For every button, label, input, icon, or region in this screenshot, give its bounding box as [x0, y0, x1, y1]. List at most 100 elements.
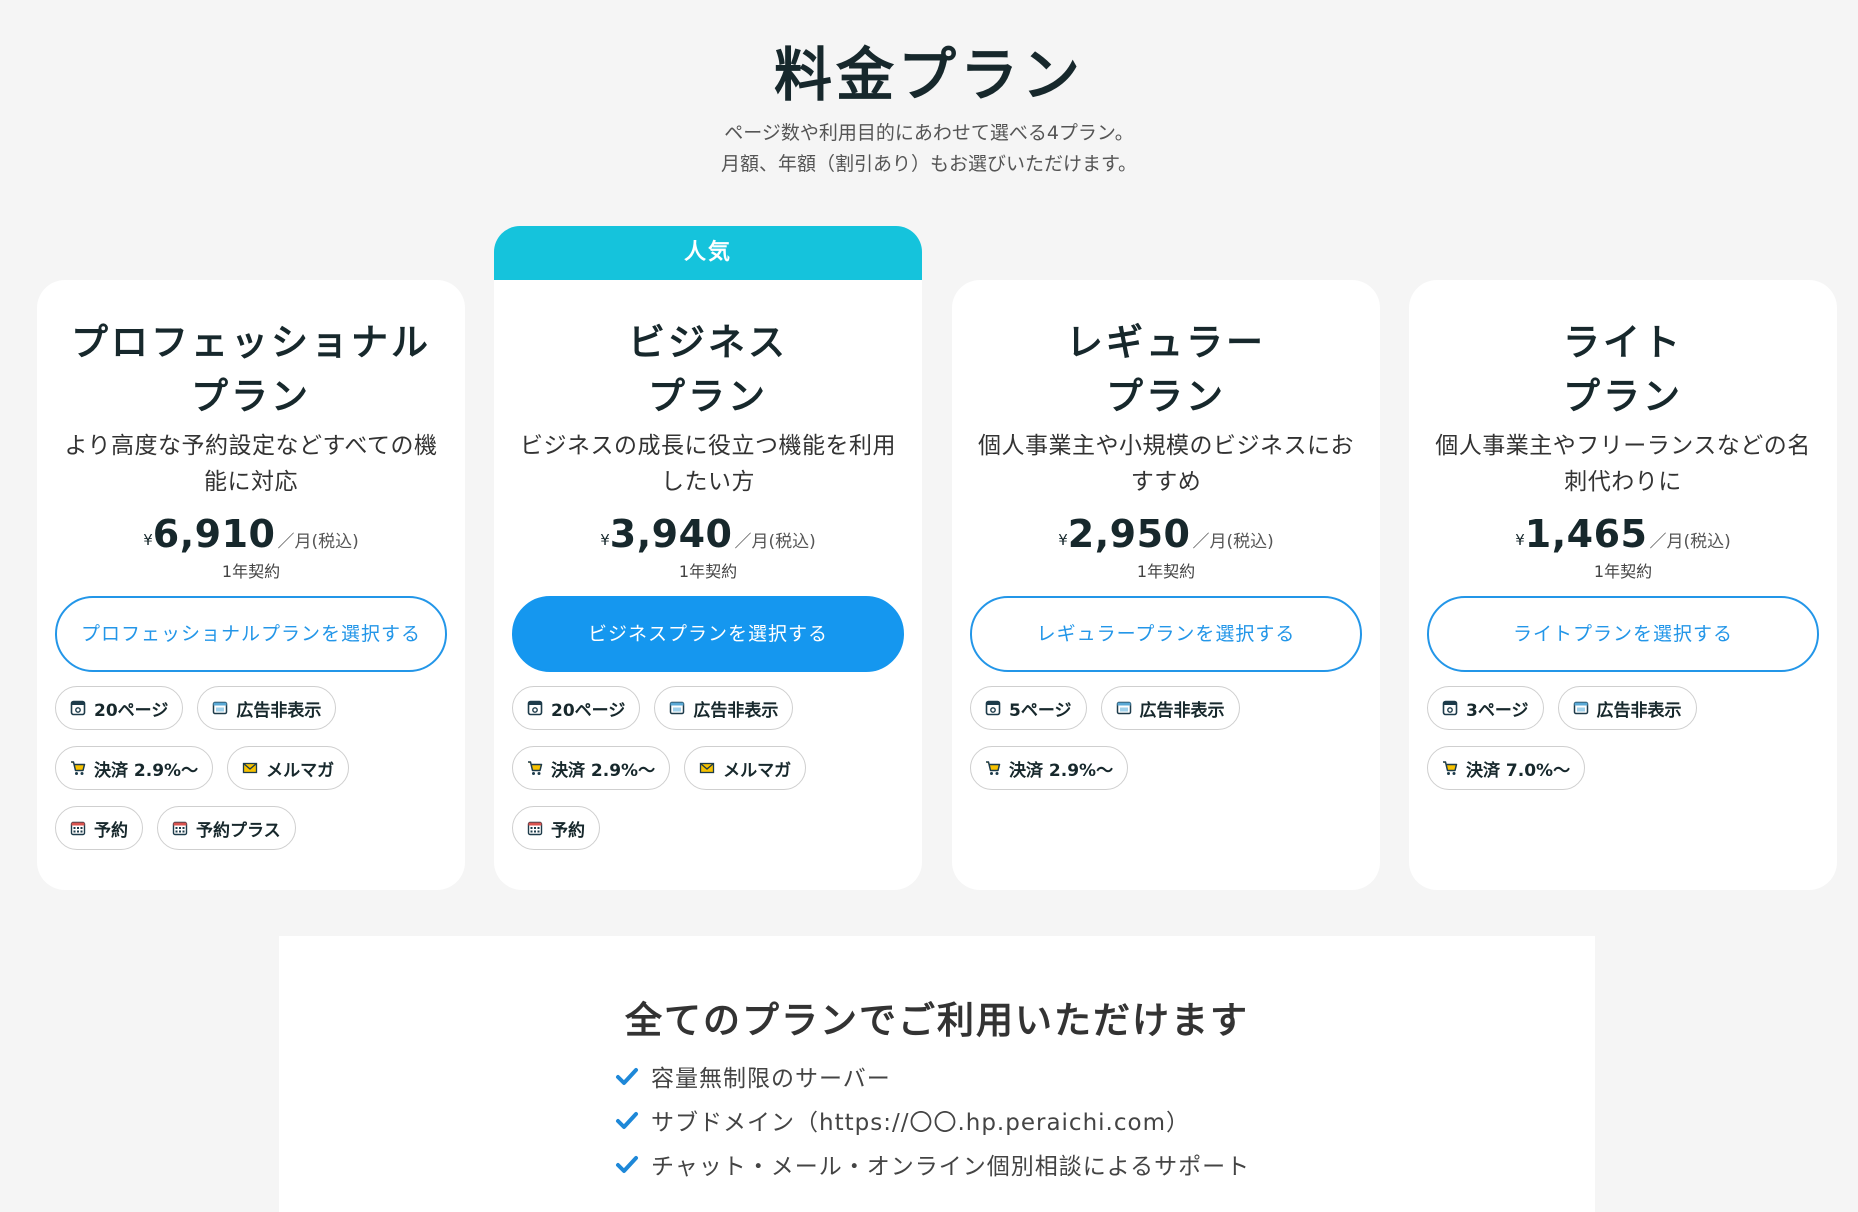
list-item-label: サブドメイン（https://〇〇.hp.peraichi.com）: [651, 1110, 1190, 1136]
feature-chip-label: 決済 2.9%〜: [1009, 760, 1114, 781]
plan-price: ¥1,465 ／月(税込): [1427, 512, 1819, 556]
plan-description: 個人事業主やフリーランスなどの名刺代わりに: [1435, 433, 1811, 495]
feature-chip: 20ページ: [512, 686, 641, 730]
feature-chip: 3ページ: [1427, 686, 1544, 730]
feature-chip-label: 予約: [551, 820, 585, 841]
mail-icon: [699, 760, 715, 776]
price-currency: ¥: [143, 531, 153, 549]
feature-chip-label: 予約: [94, 820, 128, 841]
price-amount: 1,465: [1524, 512, 1648, 556]
contract-term: 1年契約: [1136, 562, 1196, 581]
page-icon: [527, 700, 543, 716]
plan-card-light: ライト プラン 個人事業主やフリーランスなどの名刺代わりに ¥1,465 ／月(税…: [1409, 280, 1837, 890]
feature-chip-label: 5ページ: [1009, 700, 1072, 721]
select-light-plan-button[interactable]: ライトプランを選択する: [1427, 596, 1819, 672]
feature-chip: 決済 2.9%〜: [970, 746, 1129, 790]
plan-name-line-2: プラン: [1106, 375, 1226, 418]
ad-icon: [669, 700, 685, 716]
plan-description: ビジネスの成長に役立つ機能を利用したい方: [520, 433, 896, 495]
feature-chip-label: 決済 7.0%〜: [1466, 760, 1571, 781]
feature-chip-label: 20ページ: [551, 700, 626, 721]
plan-card-professional: プロフェッショナル プラン より高度な予約設定などすべての機能に対応 ¥6,91…: [37, 280, 465, 890]
ad-icon: [1573, 700, 1589, 716]
select-business-plan-button[interactable]: ビジネスプランを選択する: [512, 596, 904, 672]
check-icon: [616, 1156, 638, 1173]
cart-icon: [1442, 760, 1458, 776]
page-title: 料金プラン: [773, 41, 1084, 109]
cart-icon: [985, 760, 1001, 776]
plan-name: プロフェッショナル プラン: [55, 316, 447, 424]
feature-chip: メルマガ: [227, 746, 350, 790]
plan-name-line-1: ビジネス: [628, 321, 788, 364]
price-amount: 6,910: [152, 512, 276, 556]
list-item: チャット・メール・オンライン個別相談によるサポート: [615, 1142, 1250, 1186]
mail-icon: [242, 760, 258, 776]
feature-chip-label: 広告非表示: [236, 700, 322, 721]
feature-chip-label: メルマガ: [266, 760, 335, 781]
page-icon: [70, 700, 86, 716]
plan-name-line-2: プラン: [648, 375, 768, 418]
cart-icon: [70, 760, 86, 776]
contract-term: 1年契約: [678, 562, 738, 581]
list-item: サブドメイン（https://〇〇.hp.peraichi.com）: [615, 1098, 1250, 1142]
all-plans-section: 全てのプランでご利用いただけます 容量無制限のサーバー サブドメイン（https…: [279, 936, 1595, 1212]
price-amount: 2,950: [1067, 512, 1191, 556]
plan-card-business: ビジネス プラン ビジネスの成長に役立つ機能を利用したい方 ¥3,940 ／月(税…: [494, 280, 922, 890]
plan-name-line-1: レギュラー: [1066, 321, 1266, 364]
feature-chip-label: 20ページ: [94, 700, 169, 721]
calendar-icon: [527, 820, 543, 836]
feature-chip-label: 予約プラス: [196, 820, 281, 841]
feature-chip: 予約: [55, 806, 143, 850]
plan-name-line-1: ライト: [1563, 321, 1683, 364]
feature-chip: メルマガ: [684, 746, 807, 790]
plan-name-line-2: プラン: [191, 375, 311, 418]
contract-term: 1年契約: [221, 562, 281, 581]
feature-chip: 予約プラス: [157, 806, 296, 850]
feature-chip: 広告非表示: [654, 686, 794, 730]
feature-chip: 決済 7.0%〜: [1427, 746, 1586, 790]
price-unit: ／月(税込): [277, 532, 359, 552]
ad-icon: [212, 700, 228, 716]
select-professional-plan-button[interactable]: プロフェッショナルプランを選択する: [55, 596, 447, 672]
feature-chip-label: 決済 2.9%〜: [94, 760, 199, 781]
price-unit: ／月(税込): [1192, 532, 1274, 552]
feature-chips: 20ページ 広告非表示 決済 2.9%〜 メルマガ 予約: [512, 686, 904, 850]
feature-chips: 3ページ 広告非表示決済 7.0%〜: [1427, 686, 1819, 790]
check-icon: [616, 1112, 638, 1129]
plan-name-line-2: プラン: [1563, 375, 1683, 418]
feature-chip: 20ページ: [55, 686, 184, 730]
list-item-label: 容量無制限のサーバー: [651, 1066, 891, 1092]
all-plans-title: 全てのプランでご利用いただけます: [625, 999, 1249, 1042]
page-icon: [1442, 700, 1458, 716]
price-currency: ¥: [1515, 531, 1525, 549]
list-item-label: チャット・メール・オンライン個別相談によるサポート: [651, 1154, 1251, 1180]
subtitle-line-1: ページ数や利用目的にあわせて選べる4プラン。: [724, 122, 1134, 144]
calendar-icon: [172, 820, 188, 836]
all-plans-feature-list: 容量無制限のサーバー サブドメイン（https://〇〇.hp.peraichi…: [615, 1054, 1250, 1186]
feature-chip-label: 3ページ: [1466, 700, 1529, 721]
plan-price: ¥2,950 ／月(税込): [970, 512, 1362, 556]
plan-price: ¥3,940 ／月(税込): [512, 512, 904, 556]
cart-icon: [527, 760, 543, 776]
plan-name: ライト プラン: [1427, 316, 1819, 424]
feature-chip: 予約: [512, 806, 600, 850]
plan-name-line-1: プロフェッショナル: [71, 321, 431, 364]
select-regular-plan-button[interactable]: レギュラープランを選択する: [970, 596, 1362, 672]
feature-chips: 5ページ 広告非表示決済 2.9%〜: [970, 686, 1362, 790]
subtitle-line-2: 月額、年額（割引あり）もお選びいただけます。: [720, 153, 1138, 175]
feature-chip-label: 広告非表示: [1596, 700, 1682, 721]
plan-name: レギュラー プラン: [970, 316, 1362, 424]
feature-chip-label: 広告非表示: [1139, 700, 1225, 721]
feature-chip: 5ページ: [970, 686, 1087, 730]
price-unit: ／月(税込): [1649, 532, 1731, 552]
feature-chip: 決済 2.9%〜: [55, 746, 214, 790]
plan-description: 個人事業主や小規模のビジネスにおすすめ: [978, 433, 1354, 495]
list-item: 容量無制限のサーバー: [615, 1054, 1250, 1098]
ad-icon: [1116, 700, 1132, 716]
feature-chips: 20ページ 広告非表示決済 2.9%〜 メルマガ予約 予約プラス: [55, 686, 447, 850]
feature-chip: 広告非表示: [1557, 686, 1697, 730]
plan-name: ビジネス プラン: [512, 316, 904, 424]
check-icon: [616, 1068, 638, 1085]
plan-card-regular: レギュラー プラン 個人事業主や小規模のビジネスにおすすめ ¥2,950 ／月(税…: [952, 280, 1380, 890]
price-currency: ¥: [1058, 531, 1068, 549]
